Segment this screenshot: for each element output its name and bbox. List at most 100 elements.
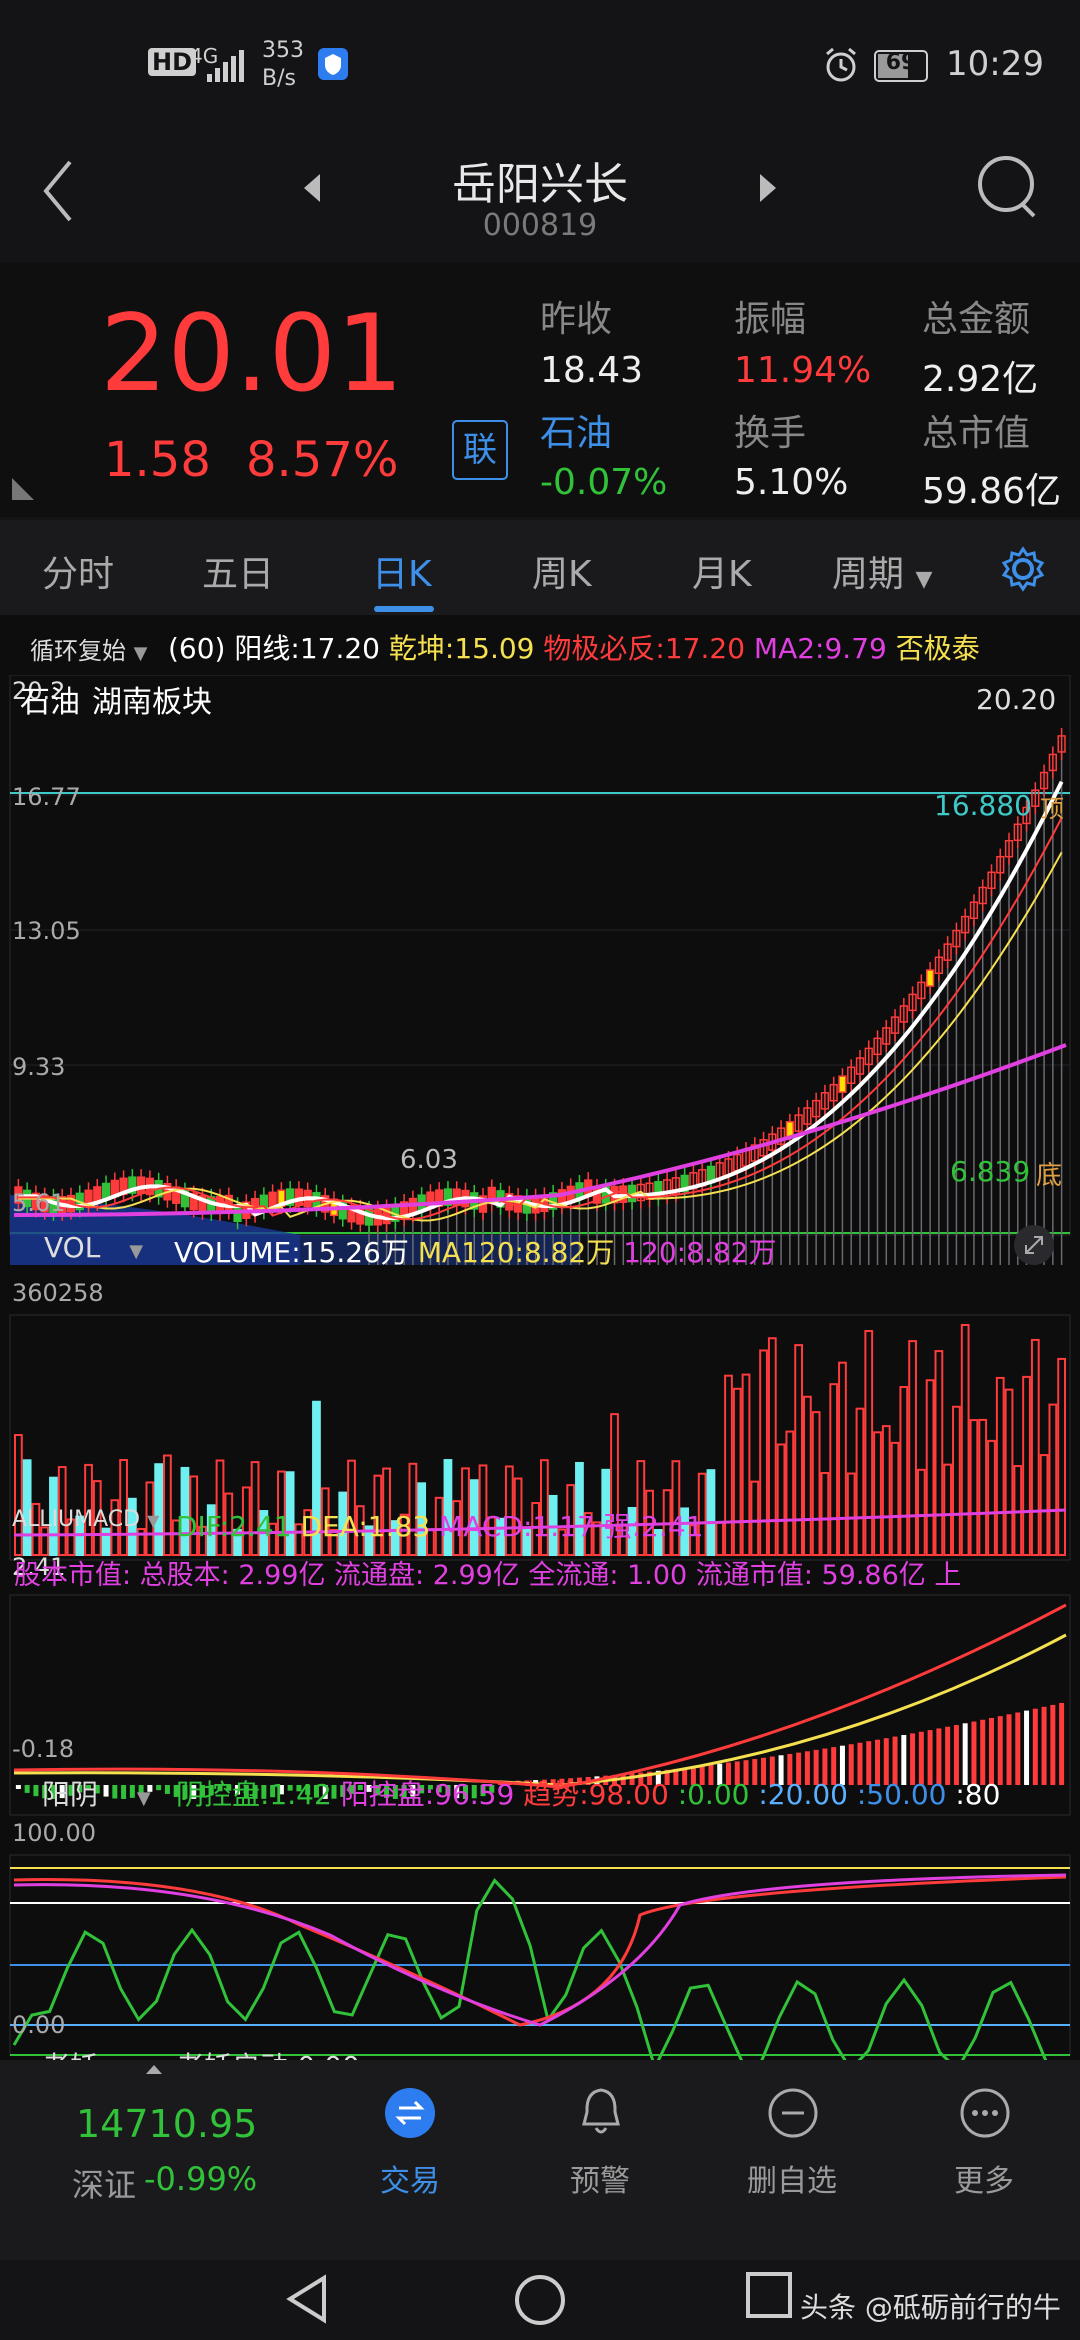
macd-indicator-row: DIF:2.41 DEA:1.83 MACD:1.17 强:2.41 xyxy=(176,1505,703,1545)
stock-name: 岳阳兴长 xyxy=(452,159,628,210)
expand-up-icon[interactable] xyxy=(144,2062,164,2076)
yinyang-selector[interactable]: 阳阴 ▼ xyxy=(42,1773,151,1813)
volume-bar xyxy=(1039,1454,1049,1557)
dea-line xyxy=(13,1633,1067,1787)
volume-bar xyxy=(829,1383,839,1556)
level-80: :80 xyxy=(955,1778,1001,1811)
volume-bar xyxy=(899,1386,909,1557)
trend-value: 趋势:98.00 xyxy=(523,1778,669,1811)
volume-bar xyxy=(163,1454,172,1557)
volume-bar xyxy=(706,1469,716,1556)
bell-icon[interactable] xyxy=(576,2084,626,2140)
last-price: 20.01 xyxy=(100,292,404,415)
nav-alert[interactable]: 预警 xyxy=(500,2156,700,2200)
volume-bar xyxy=(987,1439,996,1556)
ind-yangxian-value: 17.20 xyxy=(299,632,380,665)
volume-bar xyxy=(995,1376,1005,1556)
dea-value: 1.83 xyxy=(367,1510,431,1543)
volume-bar xyxy=(776,1443,786,1556)
trade-icon[interactable] xyxy=(385,2088,435,2138)
tab-period[interactable]: 周期 ▼ xyxy=(832,545,932,597)
volume-bar xyxy=(732,1387,742,1556)
chevron-down-icon: ▼ xyxy=(136,1788,151,1809)
volume-bar xyxy=(846,1472,856,1557)
chart-area[interactable]: 循环复始 ▼ (60) 阳线:17.20 乾坤:15.09 物极必反:17.20… xyxy=(0,615,1080,2083)
link-button[interactable]: 联 xyxy=(452,420,508,480)
candle-body xyxy=(838,1075,847,1093)
trend-line xyxy=(13,1875,1067,2027)
ma120-label: MA120: xyxy=(417,1236,524,1269)
volume-bar xyxy=(785,1430,795,1557)
chevron-down-icon: ▼ xyxy=(915,567,933,592)
volume-indicator-row: VOLUME:15.26万 MA120:8.82万 120:8.82万 xyxy=(174,1231,776,1271)
volume-bar xyxy=(881,1425,891,1556)
alarm-icon xyxy=(826,47,856,82)
tab-five-day[interactable]: 五日 xyxy=(202,545,274,597)
kline-mode-selector[interactable]: 循环复始 ▼ xyxy=(30,631,147,666)
turnover-amount-value: 2.92亿 xyxy=(922,359,1039,400)
sector-label[interactable]: 石油 xyxy=(540,404,612,456)
corner-triangle-icon xyxy=(12,478,34,500)
macd-bar xyxy=(1041,1706,1047,1785)
next-stock-icon[interactable] xyxy=(756,170,780,206)
status-bar: HD 4G 353 B/s 69 10:29 xyxy=(0,0,1080,130)
price-change: 1.58 xyxy=(104,432,211,488)
volume-selector[interactable]: VOL ▼ xyxy=(44,1231,143,1264)
tab-intraday[interactable]: 分时 xyxy=(42,545,114,597)
watermark-text: 头条 @砥砺前行的牛 xyxy=(800,2291,1061,2324)
sector-tag: 石油 xyxy=(20,685,80,720)
turnover-rate-value: 5.10% xyxy=(734,462,849,503)
volume-bar xyxy=(759,1349,768,1557)
hd-badge: HD xyxy=(148,48,197,76)
home-circle-icon[interactable] xyxy=(512,2272,568,2328)
yinyang-panel-label: 阳阴 xyxy=(42,1778,99,1811)
ma-line-white xyxy=(18,780,1064,1221)
share-info-text: 股本市值: 总股本: 2.99亿 流通盘: 2.99亿 全流通: 1.00 流通… xyxy=(14,1560,962,1591)
settings-gear-icon[interactable] xyxy=(1000,546,1046,592)
kline-indicator-row: (60) 阳线:17.20 乾坤:15.09 物极必反:17.20 MA2:9.… xyxy=(168,627,980,667)
nav-more[interactable]: 更多 xyxy=(884,2156,1080,2200)
kline-high-label: 20.20 xyxy=(976,683,1057,716)
top-line-label: 16.880 xyxy=(934,789,1032,822)
back-triangle-icon[interactable] xyxy=(282,2272,332,2326)
yang-control: 阳控盘:96.59 xyxy=(340,1778,515,1811)
tab-weekly-k[interactable]: 周K xyxy=(532,545,592,597)
recents-square-icon[interactable] xyxy=(744,2270,794,2320)
net-speed-value: 353 xyxy=(262,38,304,63)
macd-selector[interactable]: ALLIUMACD ▼ xyxy=(12,1507,159,1532)
volume-bar xyxy=(943,1463,953,1557)
period-tabs: 分时 五日 日K 周K 月K 周期 ▼ xyxy=(0,520,1080,620)
index-value[interactable]: 14710.95 xyxy=(76,2102,257,2146)
turnover-rate-label: 换手 xyxy=(734,413,807,454)
macd-bar xyxy=(15,1785,21,1789)
ind-wuji-label: 物极必反: xyxy=(543,632,665,665)
volume-bar xyxy=(969,1419,979,1556)
tab-daily-k[interactable]: 日K xyxy=(372,545,432,597)
volume-bar xyxy=(838,1361,847,1556)
nav-remove-watchlist[interactable]: 删自选 xyxy=(692,2156,892,2200)
tab-monthly-k[interactable]: 月K xyxy=(692,545,752,597)
prev-close-label: 昨收 xyxy=(540,299,613,340)
volume-bar xyxy=(855,1407,865,1556)
volume-bar xyxy=(952,1405,961,1557)
volume-bar xyxy=(14,1434,23,1556)
strong-label: 强: xyxy=(603,1510,642,1543)
signal-icon xyxy=(207,50,244,82)
dif-value: 2.41 xyxy=(229,1510,292,1543)
macd-bar xyxy=(1006,1714,1012,1785)
stock-code: 000819 xyxy=(482,208,598,243)
search-icon[interactable] xyxy=(976,152,1040,222)
bottom-nav: 14710.95 深证 -0.99% 交易 预警 删自选 更多 xyxy=(0,2060,1080,2260)
volume-bar xyxy=(803,1395,812,1557)
index-name: 深证 xyxy=(72,2166,137,2204)
expand-icon[interactable] xyxy=(1014,1225,1054,1265)
chart-canvas xyxy=(9,675,1071,2060)
chevron-down-icon: ▼ xyxy=(147,1511,160,1530)
nav-trade[interactable]: 交易 xyxy=(310,2156,510,2200)
strong-value: 2.41 xyxy=(641,1510,704,1543)
volume-bar xyxy=(925,1379,935,1556)
volume-bar xyxy=(978,1418,988,1557)
ind-yangxian-label: (60) 阳线: xyxy=(168,632,300,665)
more-icon[interactable] xyxy=(958,2086,1012,2140)
remove-circle-icon[interactable] xyxy=(766,2086,820,2140)
